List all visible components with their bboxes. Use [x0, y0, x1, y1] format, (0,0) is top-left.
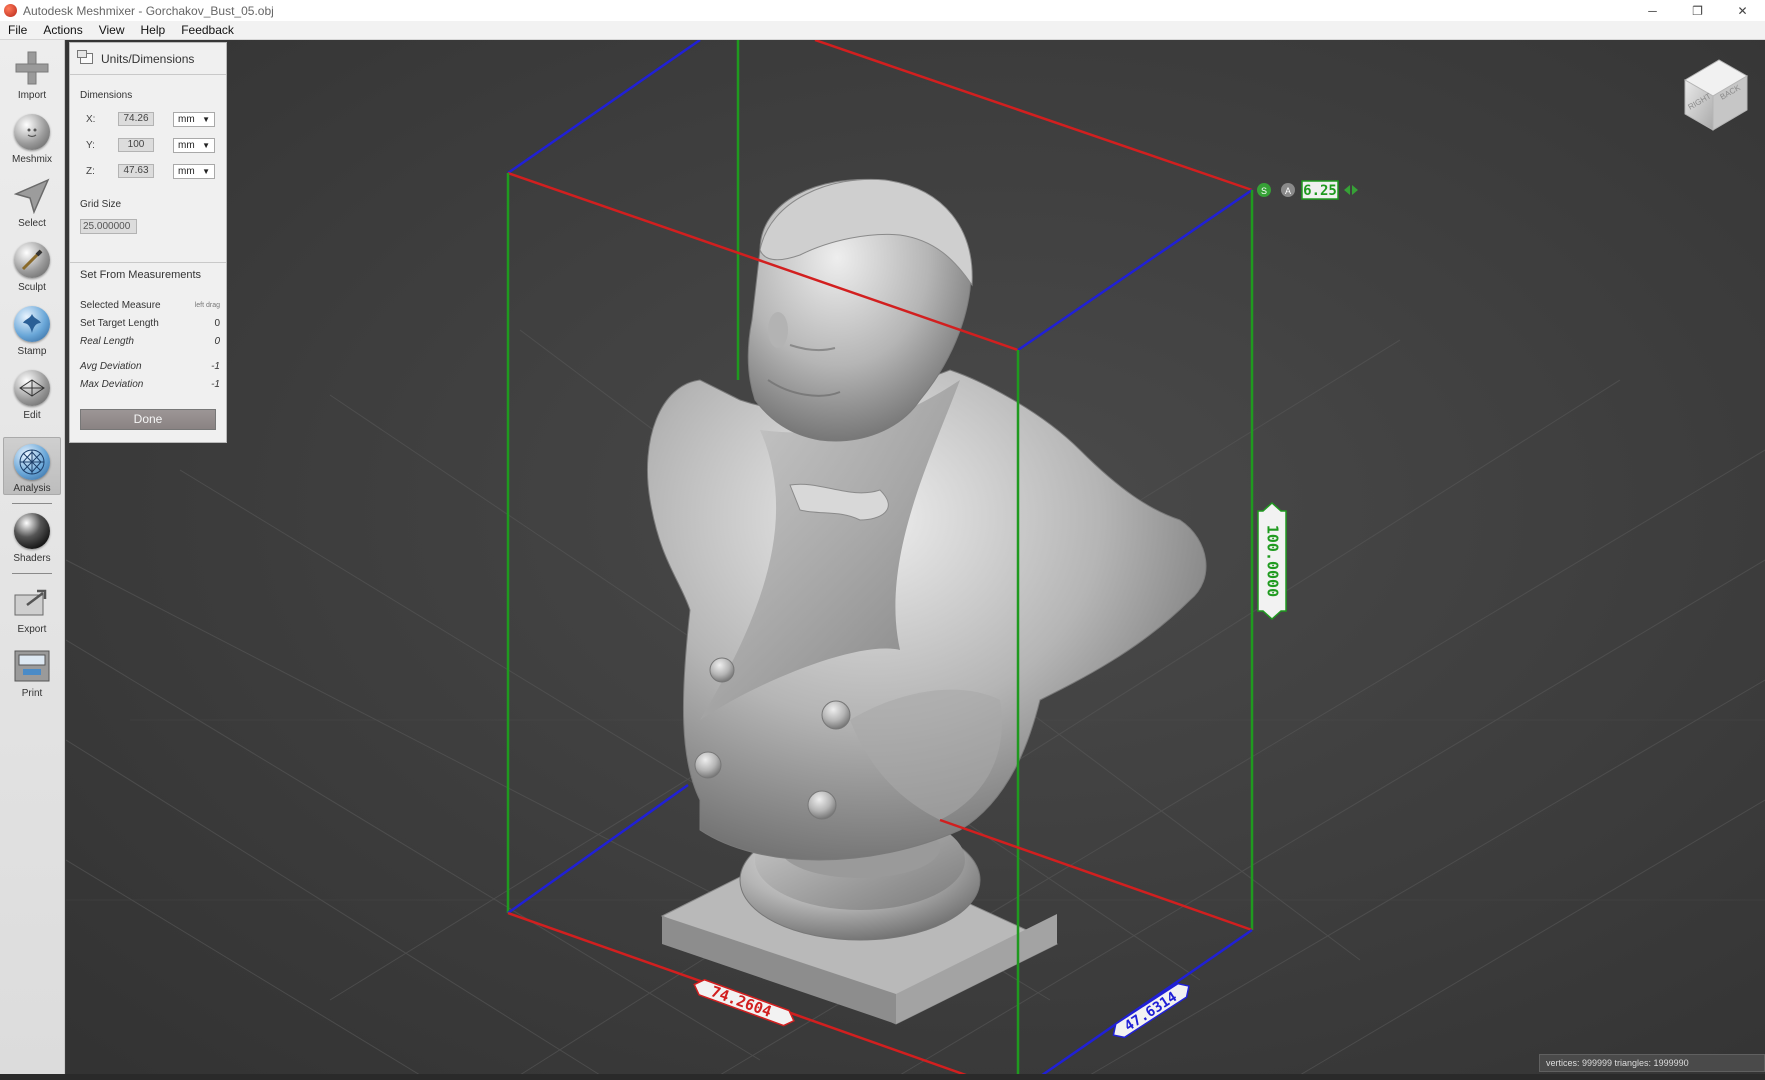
shaders-tool[interactable]: Shaders — [3, 507, 61, 565]
window-title: Autodesk Meshmixer - Gorchakov_Bust_05.o… — [23, 3, 274, 18]
edit-tool[interactable]: Edit — [3, 364, 61, 422]
real-length-row: Real Length 0 — [80, 336, 220, 350]
set-target-length-row[interactable]: Set Target Length 0 — [80, 318, 220, 332]
menu-bar: File Actions View Help Feedback — [0, 21, 1765, 40]
svg-text:S: S — [1261, 186, 1267, 196]
panel-header: Units/Dimensions — [70, 43, 226, 75]
tool-label: Import — [17, 90, 47, 101]
close-button[interactable]: ✕ — [1720, 0, 1765, 21]
edit-icon — [12, 368, 52, 408]
bottom-edge — [0, 1074, 1765, 1080]
selected-measure-row: Selected Measure left drag — [80, 300, 220, 314]
meshmixer-app: Autodesk Meshmixer - Gorchakov_Bust_05.o… — [0, 0, 1765, 1080]
svg-text:6.25: 6.25 — [1303, 183, 1337, 199]
tool-label: Meshmix — [11, 154, 52, 165]
toolbar-divider — [12, 573, 52, 574]
panel-icon — [77, 50, 93, 64]
set-target-length-label: Set Target Length — [80, 318, 159, 329]
menu-file[interactable]: File — [0, 21, 35, 40]
set-target-length-value[interactable]: 0 — [214, 318, 220, 329]
avg-deviation-label: Avg Deviation — [80, 361, 142, 372]
unit-value: mm — [178, 165, 195, 177]
analysis-icon — [12, 442, 52, 481]
tool-label: Shaders — [13, 553, 51, 564]
avg-deviation-row: Avg Deviation -1 — [80, 361, 220, 375]
menu-feedback[interactable]: Feedback — [173, 21, 242, 40]
tool-label: Analysis — [13, 483, 51, 494]
dimension-z-row: Z: 47.63 mm ▼ — [86, 163, 215, 179]
tool-label: Sculpt — [18, 282, 46, 293]
meshmix-tool[interactable]: Meshmix — [3, 108, 61, 166]
tool-label: Print — [21, 688, 43, 699]
tool-label: Edit — [23, 410, 41, 421]
dim-y-unit-select[interactable]: mm ▼ — [173, 137, 215, 153]
dim-z-unit-select[interactable]: mm ▼ — [173, 163, 215, 179]
y-dimension-tag: 100.0000 — [1257, 501, 1287, 621]
dim-x-unit-select[interactable]: mm ▼ — [173, 111, 215, 127]
units-dimensions-panel: Units/Dimensions Dimensions X: 74.26 mm ▼… — [69, 42, 227, 443]
title-bar: Autodesk Meshmixer - Gorchakov_Bust_05.o… — [0, 0, 1765, 21]
meshmixer-logo-icon — [4, 4, 17, 17]
unit-value: mm — [178, 113, 195, 125]
svg-text:100.0000: 100.0000 — [1264, 525, 1282, 597]
export-tool[interactable]: Export — [3, 578, 61, 636]
dim-axis-label: Z: — [86, 165, 95, 177]
dimension-y-row: Y: 100 mm ▼ — [86, 137, 215, 153]
export-icon — [12, 582, 52, 622]
stamp-tool[interactable]: Stamp — [3, 300, 61, 358]
chevron-down-icon: ▼ — [202, 140, 210, 150]
print-tool[interactable]: Print — [3, 642, 61, 700]
chevron-down-icon: ▼ — [202, 166, 210, 176]
selected-measure-hint: left drag — [194, 302, 220, 309]
avg-deviation-value: -1 — [211, 361, 220, 372]
sculpt-brush-icon — [12, 240, 52, 280]
menu-view[interactable]: View — [91, 21, 133, 40]
minimize-button[interactable]: ─ — [1630, 0, 1675, 21]
selected-measure-label: Selected Measure — [80, 300, 161, 311]
shaders-sphere-icon — [12, 511, 52, 551]
dim-axis-label: X: — [86, 113, 96, 125]
dim-x-input[interactable]: 74.26 — [118, 112, 154, 126]
import-tool[interactable]: Import — [3, 44, 61, 102]
analysis-tool[interactable]: Analysis — [3, 437, 61, 495]
3d-viewport[interactable]: 74.2604 47.6314 100.0000 S A 6.25 RIGHT … — [65, 38, 1765, 1080]
menu-actions[interactable]: Actions — [35, 21, 90, 40]
tool-label: Stamp — [17, 346, 47, 357]
window-controls: ─ ❐ ✕ — [1630, 0, 1765, 21]
scene-canvas[interactable]: 74.2604 47.6314 100.0000 S A 6.25 RIGHT … — [65, 38, 1765, 1080]
svg-text:A: A — [1285, 186, 1291, 196]
set-from-measurements-label: Set From Measurements — [80, 269, 202, 281]
panel-divider — [70, 262, 226, 263]
grid-size-input[interactable]: 25.000000 — [80, 219, 137, 234]
restore-button[interactable]: ❐ — [1675, 0, 1720, 21]
select-arrow-icon — [12, 176, 52, 216]
max-deviation-label: Max Deviation — [80, 379, 144, 390]
left-toolbar: Import Meshmix Select Sculpt Stamp Edit … — [0, 40, 65, 1080]
dim-z-input[interactable]: 47.63 — [118, 164, 154, 178]
sculpt-tool[interactable]: Sculpt — [3, 236, 61, 294]
stamp-icon — [12, 304, 52, 344]
print-icon — [12, 646, 52, 686]
mesh-stats-status: vertices: 999999 triangles: 1999990 — [1539, 1054, 1765, 1072]
unit-value: mm — [178, 139, 195, 151]
tool-label: Select — [18, 218, 46, 229]
dim-axis-label: Y: — [86, 139, 95, 151]
real-length-label: Real Length — [80, 336, 134, 347]
toolbar-divider — [12, 503, 52, 504]
plus-icon — [12, 48, 52, 88]
meshmix-face-icon — [12, 112, 52, 152]
tool-label: Export — [17, 624, 47, 635]
dim-y-input[interactable]: 100 — [118, 138, 154, 152]
menu-help[interactable]: Help — [133, 21, 174, 40]
dimensions-label: Dimensions — [80, 90, 133, 101]
dimension-x-row: X: 74.26 mm ▼ — [86, 111, 215, 127]
max-deviation-row: Max Deviation -1 — [80, 379, 220, 393]
panel-title: Units/Dimensions — [101, 51, 195, 66]
grid-size-label: Grid Size — [80, 199, 122, 210]
max-deviation-value: -1 — [211, 379, 220, 390]
chevron-down-icon: ▼ — [202, 114, 210, 124]
done-button[interactable]: Done — [80, 409, 216, 430]
real-length-value: 0 — [214, 336, 220, 347]
select-tool[interactable]: Select — [3, 172, 61, 230]
